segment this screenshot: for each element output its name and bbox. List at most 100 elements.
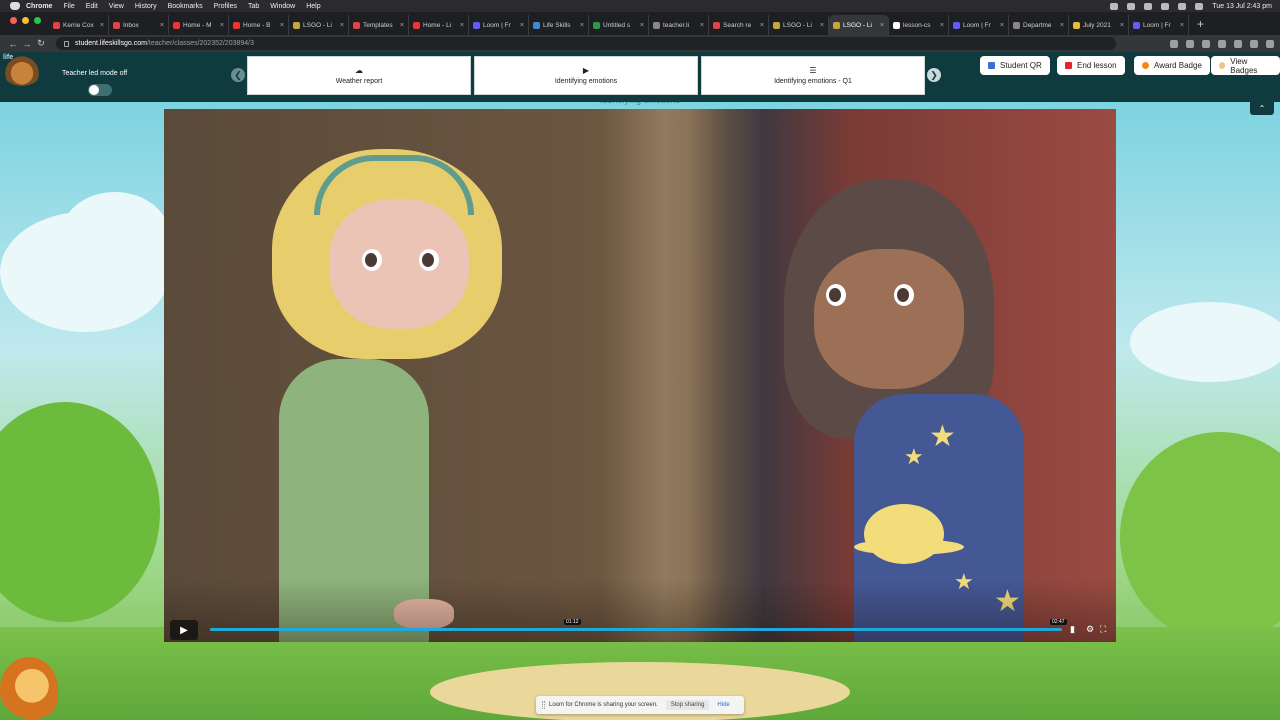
tray-icon[interactable] <box>1110 2 1119 10</box>
settings-gear-icon[interactable]: ⚙ <box>1086 624 1094 635</box>
fullscreen-icon[interactable]: ⛶ <box>1100 624 1106 635</box>
tray-icon[interactable] <box>1144 2 1153 10</box>
close-tab-icon[interactable]: × <box>880 22 884 29</box>
close-tab-icon[interactable]: × <box>820 22 824 29</box>
teacher-led-toggle[interactable] <box>88 84 112 96</box>
lesson-video[interactable]: ★ ★ ★ ★ <box>164 109 1116 642</box>
stop-sharing-button[interactable]: Stop sharing <box>665 700 710 710</box>
close-tab-icon[interactable]: × <box>160 22 164 29</box>
puzzle-icon[interactable] <box>1234 39 1242 48</box>
slide-card-identifying-emotions-q1[interactable]: ☰ Identifying emotions - Q1 <box>701 56 925 95</box>
browser-tab[interactable]: Home - Li × <box>409 15 469 35</box>
close-tab-icon[interactable]: × <box>940 22 944 29</box>
video-progress-bar[interactable] <box>210 628 1062 631</box>
battery-icon[interactable] <box>1178 2 1187 10</box>
star-pattern-icon: ★ <box>929 420 956 453</box>
apple-icon[interactable] <box>10 2 20 10</box>
menu-help[interactable]: Help <box>306 3 320 10</box>
qr-code-icon <box>988 62 995 69</box>
browser-tab[interactable]: Loom | Fr × <box>469 15 529 35</box>
close-tab-icon[interactable]: × <box>1180 22 1184 29</box>
drag-handle-icon[interactable] <box>542 701 545 709</box>
menubar-clock[interactable]: Tue 13 Jul 2:43 pm <box>1212 3 1272 10</box>
reload-icon[interactable]: ↻ <box>34 38 48 49</box>
browser-tab[interactable]: LSGO - Li × <box>289 15 349 35</box>
close-tab-icon[interactable]: × <box>1000 22 1004 29</box>
close-tab-icon[interactable]: × <box>400 22 404 29</box>
browser-tab[interactable]: Life Skills × <box>529 15 589 35</box>
hide-sharing-bar-button[interactable]: Hide <box>717 702 729 708</box>
student-qr-label: Student QR <box>1000 61 1042 70</box>
browser-tab[interactable]: Loom | Fr × <box>949 15 1009 35</box>
back-icon[interactable]: ← <box>6 39 20 49</box>
browser-tab[interactable]: July 2021 × <box>1069 15 1129 35</box>
menu-tab[interactable]: Tab <box>248 3 259 10</box>
browser-tab[interactable]: LSGO - Li × <box>769 15 829 35</box>
browser-tab[interactable]: Search re × <box>709 15 769 35</box>
close-tab-icon[interactable]: × <box>460 22 464 29</box>
profile-avatar[interactable] <box>1250 39 1258 48</box>
close-tab-icon[interactable]: × <box>1120 22 1124 29</box>
menu-chrome[interactable]: Chrome <box>26 3 52 10</box>
view-badges-button[interactable]: View Badges <box>1211 56 1280 75</box>
menu-view[interactable]: View <box>109 3 124 10</box>
lion-mascot <box>0 657 58 720</box>
close-window-icon[interactable] <box>10 16 17 24</box>
volume-icon[interactable]: ▮ <box>1070 624 1075 635</box>
slides-prev-button[interactable]: ❮ <box>231 68 245 82</box>
award-badge-button[interactable]: Award Badge <box>1134 56 1210 75</box>
close-tab-icon[interactable]: × <box>700 22 704 29</box>
browser-tab[interactable]: Inbox × <box>109 15 169 35</box>
lock-icon[interactable] <box>64 40 69 47</box>
extension-icon[interactable] <box>1186 39 1194 48</box>
browser-tab[interactable]: Loom | Fr × <box>1129 15 1189 35</box>
kebab-menu-icon[interactable] <box>1266 39 1274 48</box>
minimize-window-icon[interactable] <box>22 16 29 24</box>
close-tab-icon[interactable]: × <box>220 22 224 29</box>
browser-tab[interactable]: lesson-cs × <box>889 15 949 35</box>
play-button[interactable]: ▶ <box>170 620 198 640</box>
close-tab-icon[interactable]: × <box>520 22 524 29</box>
hover-timestamp: 01:12 <box>564 619 581 625</box>
browser-tab[interactable]: Home - M × <box>169 15 229 35</box>
menu-file[interactable]: File <box>63 3 74 10</box>
end-lesson-button[interactable]: End lesson <box>1057 56 1125 75</box>
forward-icon[interactable]: → <box>20 39 34 49</box>
wifi-icon[interactable] <box>1161 2 1170 10</box>
address-bar[interactable]: student.lifeskillsgo.com /teacher/classe… <box>56 37 1116 50</box>
url-host: student.lifeskillsgo.com <box>75 40 147 47</box>
collapse-header-icon[interactable]: ⌃ <box>1250 101 1274 115</box>
extension-icon[interactable] <box>1218 39 1226 48</box>
tray-icon[interactable] <box>1127 2 1136 10</box>
browser-tab[interactable]: Untitled s × <box>589 15 649 35</box>
close-tab-icon[interactable]: × <box>580 22 584 29</box>
slides-next-button[interactable]: ❯ <box>927 68 941 82</box>
menu-window[interactable]: Window <box>270 3 295 10</box>
browser-tab[interactable]: Home - B × <box>229 15 289 35</box>
menu-profiles[interactable]: Profiles <box>214 3 237 10</box>
browser-tab[interactable]: Kerrie Cox × <box>49 15 109 35</box>
close-tab-icon[interactable]: × <box>640 22 644 29</box>
extension-icon[interactable] <box>1202 39 1210 48</box>
new-tab-icon[interactable]: + <box>1197 17 1204 31</box>
browser-tab[interactable]: LSGO - Li × <box>829 15 889 35</box>
browser-tab[interactable]: Templates × <box>349 15 409 35</box>
close-tab-icon[interactable]: × <box>100 22 104 29</box>
close-tab-icon[interactable]: × <box>340 22 344 29</box>
close-tab-icon[interactable]: × <box>280 22 284 29</box>
menu-edit[interactable]: Edit <box>86 3 98 10</box>
browser-tab[interactable]: Departme × <box>1009 15 1069 35</box>
browser-tab[interactable]: teacher.li × <box>649 15 709 35</box>
slide-card-identifying-emotions[interactable]: ▶ Identifying emotions <box>474 56 698 95</box>
search-icon[interactable] <box>1195 2 1204 10</box>
tab-title: Kerrie Cox <box>63 21 94 29</box>
zoom-window-icon[interactable] <box>34 16 41 24</box>
close-tab-icon[interactable]: × <box>1060 22 1064 29</box>
slide-card-weather-report[interactable]: ☁ Weather report <box>247 56 471 95</box>
close-tab-icon[interactable]: × <box>760 22 764 29</box>
menu-history[interactable]: History <box>135 3 157 10</box>
bookmark-star-icon[interactable] <box>1170 39 1178 48</box>
student-qr-button[interactable]: Student QR <box>980 56 1050 75</box>
tab-favicon-icon <box>413 21 420 29</box>
menu-bookmarks[interactable]: Bookmarks <box>168 3 203 10</box>
